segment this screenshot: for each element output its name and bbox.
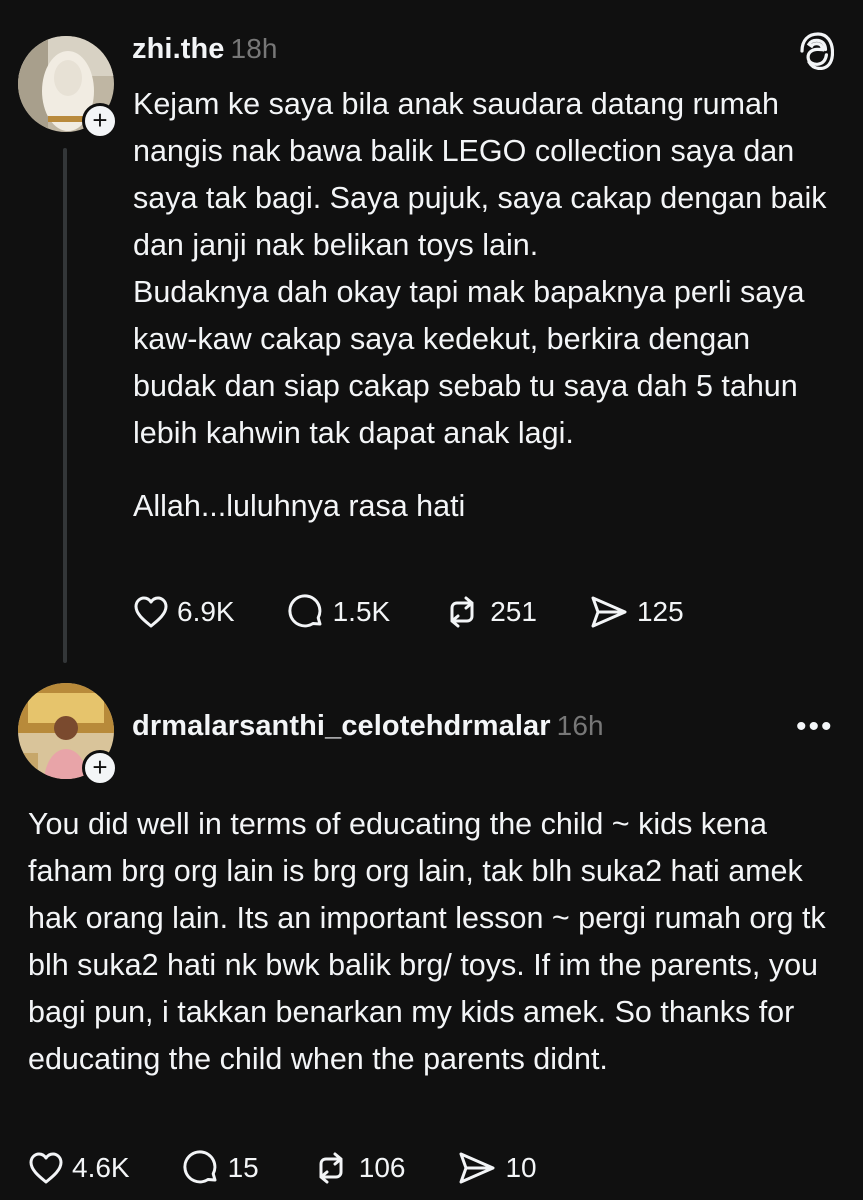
username[interactable]: zhi.the 18h (132, 33, 278, 66)
thread-line (63, 148, 67, 663)
send-icon (459, 1152, 495, 1184)
follow-plus-icon[interactable]: + (82, 103, 118, 139)
share-count: 10 (505, 1152, 537, 1183)
share-button[interactable]: 10 (457, 1150, 537, 1186)
follow-plus-icon[interactable]: + (82, 750, 118, 786)
like-count: 4.6K (72, 1152, 130, 1183)
threads-logo-icon[interactable] (800, 32, 835, 75)
username[interactable]: drmalarsanthi_celotehdrmalar 16h (132, 710, 604, 743)
comment-icon (183, 1150, 217, 1184)
more-options-icon[interactable]: ••• (796, 710, 834, 744)
heart-icon (29, 1152, 63, 1184)
send-icon (591, 596, 627, 628)
post-time: 16h (556, 710, 604, 741)
post-time: 18h (230, 33, 278, 64)
like-count: 6.9K (177, 596, 235, 627)
reply-count: 1.5K (332, 596, 391, 627)
post-paragraph: You did well in terms of educating the c… (28, 807, 826, 1076)
repost-button[interactable]: 251 (442, 594, 537, 630)
reply-button[interactable]: 15 (182, 1150, 259, 1186)
repost-icon (319, 1152, 343, 1184)
like-button[interactable]: 6.9K (133, 595, 235, 629)
username-text[interactable]: zhi.the (132, 33, 225, 65)
repost-count: 251 (490, 596, 537, 627)
repost-count: 106 (358, 1152, 406, 1183)
post-paragraph: Kejam ke saya bila anak saudara datang r… (133, 87, 827, 262)
username-text[interactable]: drmalarsanthi_celotehdrmalar (132, 710, 551, 742)
repost-icon (450, 596, 474, 628)
reply-button[interactable]: 1.5K (287, 594, 391, 630)
post-actions: 6.9K 1.5K 251 125 (133, 594, 684, 630)
share-count: 125 (636, 596, 684, 627)
post-paragraph: Budaknya dah okay tapi mak bapaknya perl… (133, 275, 805, 450)
repost-button[interactable]: 106 (311, 1150, 406, 1186)
share-button[interactable]: 125 (589, 594, 684, 630)
heart-icon (134, 596, 168, 628)
like-button[interactable]: 4.6K (28, 1151, 130, 1185)
post-paragraph: Allah...luluhnya rasa hati (133, 489, 466, 523)
post-body: You did well in terms of educating the c… (28, 801, 833, 1083)
post-2: + drmalarsanthi_celotehdrmalar 16h ••• Yo… (0, 680, 863, 1200)
post-1: + zhi.the 18h Kejam ke saya bila anak sau… (0, 0, 863, 680)
post-actions: 4.6K 15 106 10 (28, 1150, 537, 1186)
reply-count: 15 (227, 1152, 259, 1183)
post-body: Kejam ke saya bila anak saudara datang r… (133, 81, 833, 530)
comment-icon (288, 594, 322, 628)
